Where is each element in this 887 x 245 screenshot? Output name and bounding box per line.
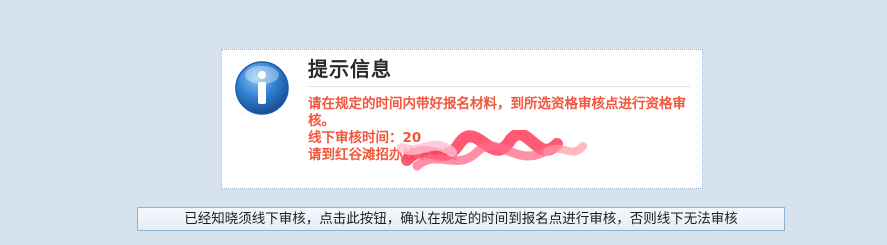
info-icon xyxy=(235,61,289,115)
notice-box: 提示信息 请在规定的时间内带好报名材料，到所选资格审核点进行资格审核。 线下审核… xyxy=(221,49,703,189)
notice-title: 提示信息 xyxy=(308,57,392,81)
notice-line-instruction: 请在规定的时间内带好报名材料，到所选资格审核点进行资格审核。 xyxy=(308,96,686,129)
confirm-offline-review-button[interactable]: 已经知晓须线下审核，点击此按钮，确认在规定的时间到报名点进行审核，否则线下无法审… xyxy=(137,207,785,231)
redaction-scribble xyxy=(397,130,587,171)
title-divider xyxy=(308,86,690,87)
